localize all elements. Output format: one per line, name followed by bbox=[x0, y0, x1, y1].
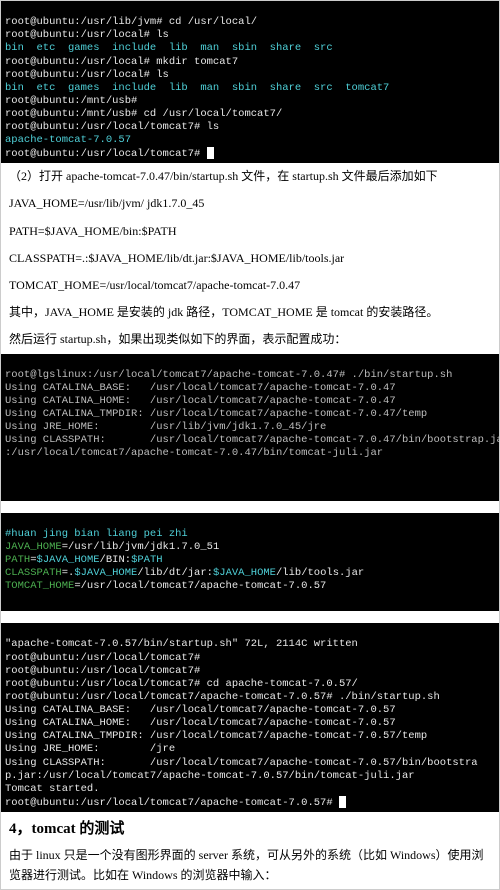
ref: $JAVA_HOME bbox=[213, 567, 276, 579]
term-line: TOMCAT_HOME=/usr/local/tomcat7/apache-to… bbox=[5, 580, 326, 592]
ref: $PATH bbox=[131, 554, 163, 566]
var: TOMCAT_HOME bbox=[5, 580, 74, 592]
term-line: bin etc games include lib man sbin share… bbox=[5, 82, 389, 94]
term-line: Tomcat started. bbox=[5, 783, 100, 795]
term-line: root@ubuntu:/mnt/usb# bbox=[5, 95, 137, 107]
term-line: PATH=$JAVA_HOME/BIN:$PATH bbox=[5, 554, 163, 566]
paragraph-tomcat-test: 由于 linux 只是一个没有图形界面的 server 系统，可从另外的系统（比… bbox=[1, 842, 499, 888]
val: =/usr/lib/jvm/jdk1.7.0_51 bbox=[62, 541, 220, 553]
term-line: root@ubuntu:/usr/local/tomcat7/apache-to… bbox=[5, 691, 440, 703]
term-line: root@ubuntu:/mnt/usb# cd /usr/local/tomc… bbox=[5, 108, 282, 120]
term-line: Using JRE_HOME: /jre bbox=[5, 743, 175, 755]
val: =. bbox=[62, 567, 75, 579]
term-line: root@ubuntu:/usr/local/tomcat7# cd apach… bbox=[5, 678, 358, 690]
ref: $JAVA_HOME bbox=[74, 567, 137, 579]
gap bbox=[1, 501, 499, 513]
terminal-block-1: root@ubuntu:/usr/lib/jvm# cd /usr/local/… bbox=[1, 1, 499, 163]
term-line: p.jar:/usr/local/tomcat7/apache-tomcat-7… bbox=[5, 770, 415, 782]
term-line: root@ubuntu:/usr/local# ls bbox=[5, 69, 169, 81]
val: /lib/tools.jar bbox=[276, 567, 364, 579]
term-line: :/usr/local/tomcat7/apache-tomcat-7.0.47… bbox=[5, 447, 383, 459]
var: CLASSPATH bbox=[5, 567, 62, 579]
term-line: Using JRE_HOME: /usr/lib/jvm/jdk1.7.0_45… bbox=[5, 421, 326, 433]
gap bbox=[1, 611, 499, 623]
config-classpath: CLASSPATH=.:$JAVA_HOME/lib/dt.jar:$JAVA_… bbox=[1, 245, 499, 272]
term-line: Using CATALINA_HOME: /usr/local/tomcat7/… bbox=[5, 395, 396, 407]
term-line: apache-tomcat-7.0.57 bbox=[5, 134, 131, 146]
paragraph-explain-paths: 其中，JAVA_HOME 是安装的 jdk 路径，TOMCAT_HOME 是 t… bbox=[1, 299, 499, 326]
var: PATH bbox=[5, 554, 30, 566]
val: /BIN: bbox=[100, 554, 132, 566]
term-line: Using CATALINA_BASE: /usr/local/tomcat7/… bbox=[5, 704, 396, 716]
ref: $JAVA_HOME bbox=[37, 554, 100, 566]
term-line: root@ubuntu:/usr/local# mkdir tomcat7 bbox=[5, 56, 238, 68]
var: JAVA_HOME bbox=[5, 541, 62, 553]
term-line: JAVA_HOME=/usr/lib/jvm/jdk1.7.0_51 bbox=[5, 541, 219, 553]
prompt: root@ubuntu:/usr/local/tomcat7# bbox=[5, 148, 200, 160]
term-line: root@ubuntu:/usr/local/tomcat7# bbox=[5, 148, 214, 160]
term-line: root@ubuntu:/usr/local/tomcat7# ls bbox=[5, 121, 219, 133]
term-line: bin etc games include lib man sbin share… bbox=[5, 42, 333, 54]
term-line: root@ubuntu:/usr/local/tomcat7/apache-to… bbox=[5, 797, 346, 809]
val: =/usr/local/tomcat7/apache-tomcat-7.0.57 bbox=[74, 580, 326, 592]
term-comment: #huan jing bian liang pei zhi bbox=[5, 528, 188, 540]
term-line: CLASSPATH=.$JAVA_HOME/lib/dt/jar:$JAVA_H… bbox=[5, 567, 364, 579]
term-line: root@ubuntu:/usr/lib/jvm# cd /usr/local/ bbox=[5, 16, 257, 28]
cursor-icon bbox=[339, 796, 346, 808]
term-line: root@ubuntu:/usr/local# ls bbox=[5, 29, 169, 41]
term-line: "apache-tomcat-7.0.57/bin/startup.sh" 72… bbox=[5, 638, 358, 650]
val: /lib/dt/jar: bbox=[137, 567, 213, 579]
term-line: root@lgslinux:/usr/local/tomcat7/apache-… bbox=[5, 369, 452, 381]
term-line: Using CATALINA_BASE: /usr/local/tomcat7/… bbox=[5, 382, 396, 394]
config-tomcat-home: TOMCAT_HOME=/usr/local/tomcat7/apache-to… bbox=[1, 272, 499, 299]
term-line: Using CATALINA_TMPDIR: /usr/local/tomcat… bbox=[5, 408, 427, 420]
cursor-icon bbox=[207, 147, 214, 159]
terminal-block-2: root@lgslinux:/usr/local/tomcat7/apache-… bbox=[1, 354, 499, 501]
term-line: Using CATALINA_HOME: /usr/local/tomcat7/… bbox=[5, 717, 396, 729]
section-heading-tomcat-test: 4，tomcat 的测试 bbox=[1, 812, 499, 843]
terminal-block-3: #huan jing bian liang pei zhi JAVA_HOME=… bbox=[1, 513, 499, 612]
term-line: root@ubuntu:/usr/local/tomcat7# bbox=[5, 652, 200, 664]
term-line: Using CLASSPATH: /usr/local/tomcat7/apac… bbox=[5, 757, 478, 769]
paragraph-open-startup: （2）打开 apache-tomcat-7.0.47/bin/startup.s… bbox=[1, 163, 499, 190]
config-path: PATH=$JAVA_HOME/bin:$PATH bbox=[1, 218, 499, 245]
prompt: root@ubuntu:/usr/local/tomcat7/apache-to… bbox=[5, 797, 333, 809]
config-java-home: JAVA_HOME=/usr/lib/jvm/ jdk1.7.0_45 bbox=[1, 190, 499, 217]
terminal-block-4: "apache-tomcat-7.0.57/bin/startup.sh" 72… bbox=[1, 623, 499, 812]
term-line: root@ubuntu:/usr/local/tomcat7# bbox=[5, 665, 200, 677]
paragraph-run-startup: 然后运行 startup.sh，如果出现类似如下的界面，表示配置成功： bbox=[1, 326, 499, 353]
term-line: Using CATALINA_TMPDIR: /usr/local/tomcat… bbox=[5, 730, 427, 742]
term-line: Using CLASSPATH: /usr/local/tomcat7/apac… bbox=[5, 434, 499, 446]
